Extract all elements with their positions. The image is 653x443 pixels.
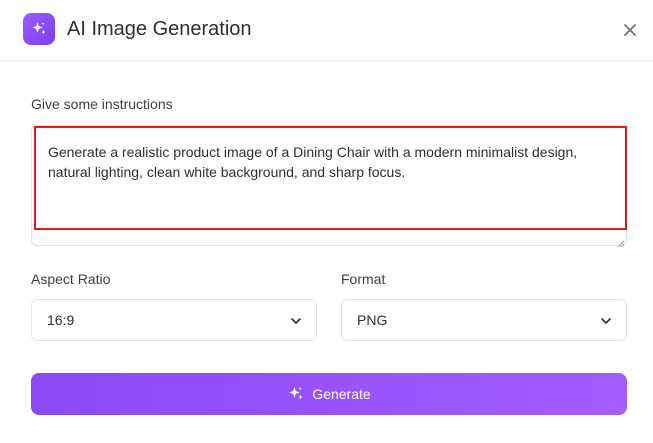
instructions-label: Give some instructions xyxy=(31,96,173,112)
aspect-ratio-value: 16:9 xyxy=(47,312,75,328)
format-label: Format xyxy=(341,271,386,287)
sparkle-icon xyxy=(287,385,305,403)
aspect-ratio-label: Aspect Ratio xyxy=(31,271,111,287)
format-select[interactable]: PNG xyxy=(341,299,627,341)
instructions-text[interactable]: Generate a realistic product image of a … xyxy=(48,142,608,182)
chevron-down-icon xyxy=(290,314,302,326)
aspect-ratio-select[interactable]: 16:9 xyxy=(31,299,317,341)
close-icon[interactable] xyxy=(620,20,640,40)
resize-handle-icon[interactable] xyxy=(617,235,625,248)
dialog-title: AI Image Generation xyxy=(67,18,252,40)
generate-button-label: Generate xyxy=(312,385,371,402)
dialog-header: AI Image Generation xyxy=(0,0,653,61)
sparkle-icon xyxy=(23,13,55,45)
chevron-down-icon xyxy=(600,314,612,326)
format-value: PNG xyxy=(357,312,388,328)
generate-button[interactable]: Generate xyxy=(31,373,627,415)
